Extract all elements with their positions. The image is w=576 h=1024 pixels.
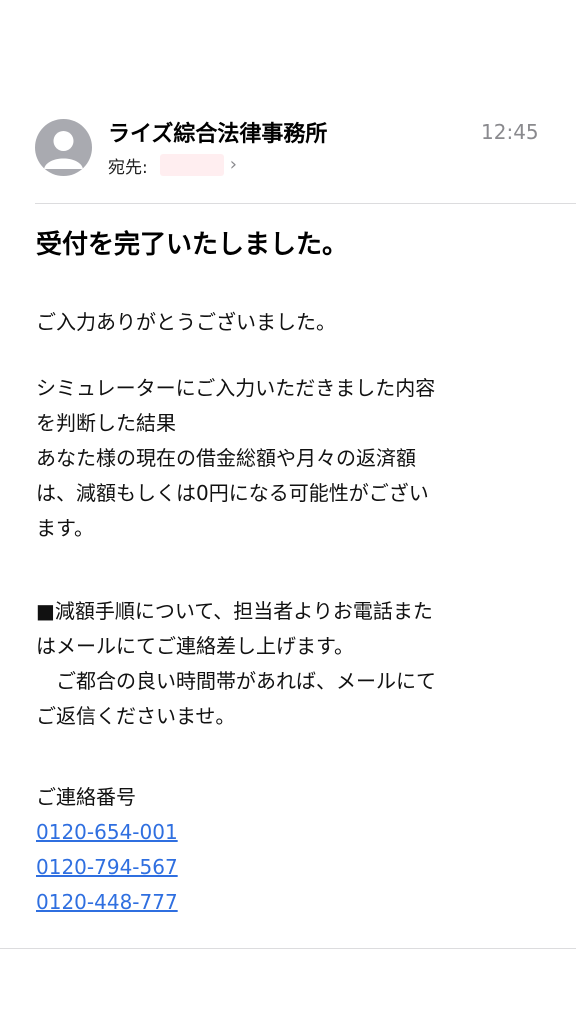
text-line: を判断した結果: [36, 411, 176, 435]
recipient-label: 宛先:: [108, 157, 148, 178]
text-line: シミュレーターにご入力いただきました内容: [36, 376, 436, 400]
contact-section: ご連絡番号 0120-654-001 0120-794-567 0120-448…: [36, 780, 536, 920]
text-line: はメールにてご連絡差し上げます。: [36, 634, 354, 658]
recipient-row[interactable]: 宛先: ›: [108, 152, 237, 178]
sender-avatar[interactable]: [35, 119, 92, 176]
phone-link[interactable]: 0120-448-777: [36, 885, 536, 920]
header-divider: [35, 203, 576, 204]
chevron-right-icon[interactable]: ›: [230, 156, 237, 174]
greeting-line: ご入力ありがとうございました。: [36, 310, 336, 334]
phone-link[interactable]: 0120-794-567: [36, 850, 536, 885]
message-greeting: ご入力ありがとうございました。: [36, 305, 536, 340]
contact-label: ご連絡番号: [36, 785, 136, 809]
text-line: ご返信くださいませ。: [36, 704, 236, 728]
phone-link[interactable]: 0120-654-001: [36, 815, 536, 850]
sender-name[interactable]: ライズ綜合法律事務所: [108, 116, 327, 148]
text-line: ■減額手順について、担当者よりお電話また: [36, 599, 433, 623]
message-paragraph-result: シミュレーターにご入力いただきました内容 を判断した結果 あなた様の現在の借金総…: [36, 371, 536, 546]
text-line: ます。: [36, 516, 94, 540]
person-icon: [44, 131, 83, 169]
message-paragraph-procedure: ■減額手順について、担当者よりお電話また はメールにてご連絡差し上げます。 ご都…: [36, 594, 536, 734]
text-line: ご都合の良い時間帯があれば、メールにて: [36, 669, 436, 693]
text-line: は、減額もしくは0円になる可能性がござい: [36, 481, 429, 505]
recipient-redacted[interactable]: [159, 154, 224, 176]
message-subject: 受付を完了いたしました。: [36, 230, 349, 260]
message-time: 12:45: [481, 120, 539, 144]
text-line: あなた様の現在の借金総額や月々の返済額: [36, 446, 416, 470]
footer-divider: [0, 948, 576, 949]
message-header: ライズ綜合法律事務所 12:45 宛先: ›: [0, 112, 576, 202]
